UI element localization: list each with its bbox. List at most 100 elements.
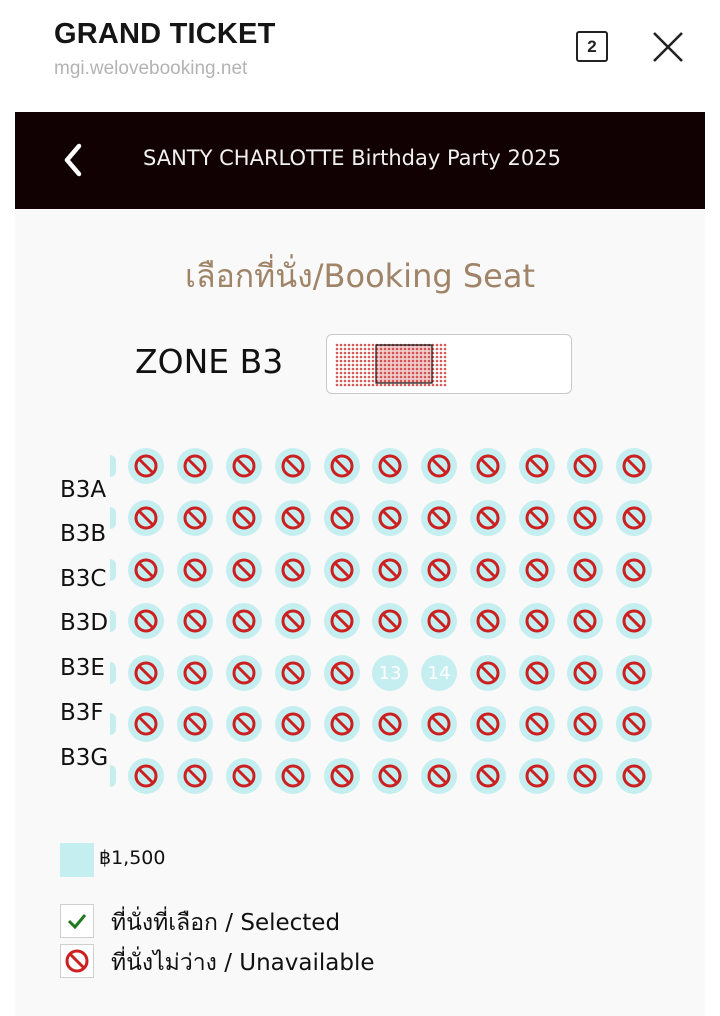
no-entry-icon xyxy=(622,454,646,478)
seat-unavailable xyxy=(616,758,652,794)
seat-unavailable xyxy=(324,603,360,639)
seat-unavailable xyxy=(177,706,213,742)
booking-content: เลือกที่นั่ง/Booking Seat ZONE B3 B3A B3B… xyxy=(15,209,705,1016)
seat-unavailable xyxy=(470,706,506,742)
close-button[interactable] xyxy=(650,29,686,65)
seat-unavailable xyxy=(128,706,164,742)
check-icon xyxy=(67,914,87,930)
seat-unavailable xyxy=(128,448,164,484)
no-entry-icon xyxy=(378,764,402,788)
no-entry-icon xyxy=(183,506,207,530)
no-entry-icon xyxy=(232,506,256,530)
no-entry-icon xyxy=(281,506,305,530)
seat-unavailable xyxy=(519,655,555,691)
tab-count-button[interactable]: 2 xyxy=(576,31,608,62)
no-entry-icon xyxy=(330,506,354,530)
seat-unavailable xyxy=(372,603,408,639)
event-header: SANTY CHARLOTTE Birthday Party 2025 xyxy=(15,112,705,209)
no-entry-icon xyxy=(183,712,207,736)
seat-unavailable xyxy=(128,552,164,588)
no-entry-icon xyxy=(281,609,305,633)
seat-unavailable xyxy=(177,552,213,588)
no-entry-icon xyxy=(573,454,597,478)
seat-unavailable xyxy=(128,655,164,691)
no-entry-icon xyxy=(378,558,402,582)
no-entry-icon xyxy=(281,712,305,736)
seat-number: 13 xyxy=(378,662,402,684)
seat-unavailable xyxy=(226,758,262,794)
no-entry-icon xyxy=(525,454,549,478)
no-entry-icon xyxy=(281,764,305,788)
unavailable-legend-label: ที่นั่งไม่ว่าง / Unavailable xyxy=(111,950,375,976)
seat-unavailable xyxy=(226,603,262,639)
no-entry-icon xyxy=(183,609,207,633)
seat-partial xyxy=(110,610,116,632)
no-entry-icon xyxy=(281,454,305,478)
seat-unavailable xyxy=(519,706,555,742)
no-entry-icon xyxy=(183,661,207,685)
no-entry-icon xyxy=(232,712,256,736)
seat-unavailable xyxy=(567,500,603,536)
no-entry-icon xyxy=(134,609,158,633)
no-entry-icon xyxy=(330,764,354,788)
seat-unavailable xyxy=(324,500,360,536)
no-entry-icon xyxy=(427,558,451,582)
seat-available[interactable]: 13 xyxy=(372,655,408,691)
no-entry-icon xyxy=(525,558,549,582)
browser-top-bar: GRAND TICKET mgi.welovebooking.net 2 xyxy=(0,0,720,112)
back-button[interactable] xyxy=(59,140,87,180)
no-entry-icon xyxy=(281,661,305,685)
no-entry-icon xyxy=(573,712,597,736)
seat-unavailable xyxy=(372,706,408,742)
seat-unavailable xyxy=(177,448,213,484)
seat-unavailable xyxy=(226,655,262,691)
seat-unavailable xyxy=(324,706,360,742)
seat-unavailable xyxy=(177,500,213,536)
seat-unavailable xyxy=(470,655,506,691)
seat-unavailable xyxy=(372,500,408,536)
no-entry-icon xyxy=(622,609,646,633)
app-url: mgi.welovebooking.net xyxy=(54,58,248,79)
row-label-b3f: B3F xyxy=(60,700,104,726)
no-entry-icon xyxy=(573,764,597,788)
no-entry-icon xyxy=(476,712,500,736)
chevron-left-icon xyxy=(64,143,82,177)
seat-unavailable xyxy=(324,552,360,588)
seat-unavailable xyxy=(275,500,311,536)
seat-unavailable xyxy=(275,758,311,794)
seat-available[interactable]: 14 xyxy=(421,655,457,691)
row-label-b3a: B3A xyxy=(60,477,107,503)
seat-number: 14 xyxy=(427,662,451,684)
seat-unavailable xyxy=(275,706,311,742)
seat-unavailable xyxy=(616,552,652,588)
seat-unavailable xyxy=(470,552,506,588)
no-entry-icon xyxy=(525,506,549,530)
price-legend-swatch xyxy=(60,843,94,877)
price-legend-label: ฿1,500 xyxy=(99,847,166,869)
seat-unavailable xyxy=(421,500,457,536)
seat-unavailable xyxy=(567,655,603,691)
no-entry-icon xyxy=(232,454,256,478)
seat-partial xyxy=(110,662,116,684)
no-entry-icon xyxy=(427,609,451,633)
no-entry-icon xyxy=(476,454,500,478)
seat-unavailable xyxy=(324,448,360,484)
row-label-b3b: B3B xyxy=(60,521,107,547)
seat-unavailable xyxy=(519,552,555,588)
seat-unavailable xyxy=(128,603,164,639)
no-entry-icon xyxy=(622,764,646,788)
no-entry-icon xyxy=(476,661,500,685)
seat-unavailable xyxy=(177,758,213,794)
seat-unavailable xyxy=(421,706,457,742)
seat-partial xyxy=(110,559,116,581)
no-entry-icon xyxy=(134,506,158,530)
no-entry-icon xyxy=(183,558,207,582)
no-entry-icon xyxy=(330,454,354,478)
no-entry-icon xyxy=(134,661,158,685)
no-entry-icon xyxy=(183,454,207,478)
selected-legend-label: ที่นั่งที่เลือก / Selected xyxy=(111,910,341,936)
no-entry-icon xyxy=(134,454,158,478)
no-entry-icon xyxy=(378,506,402,530)
seat-unavailable xyxy=(616,448,652,484)
seat-unavailable xyxy=(275,448,311,484)
